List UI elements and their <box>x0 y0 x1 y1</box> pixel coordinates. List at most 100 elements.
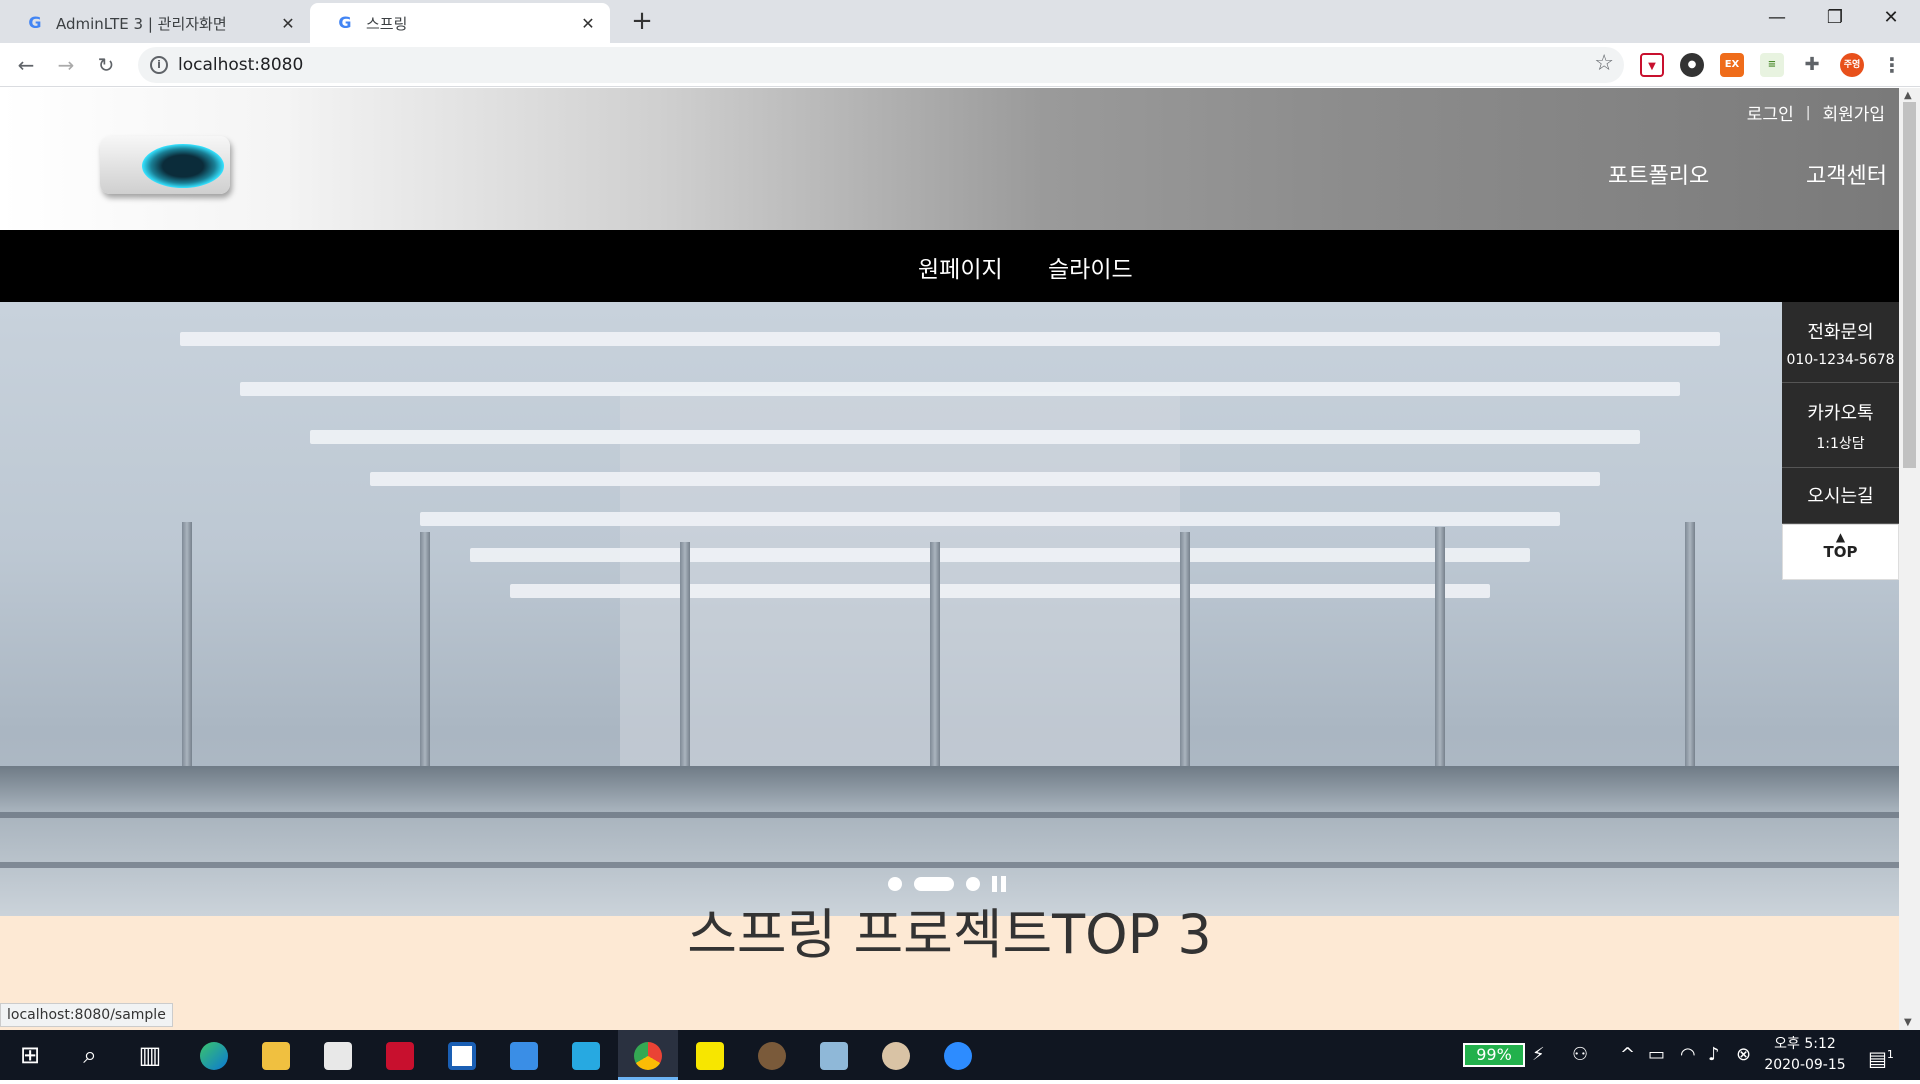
pen-app-icon[interactable] <box>804 1030 864 1080</box>
chevron-up-icon[interactable]: ^ <box>1620 1030 1635 1080</box>
browser-toolbar: ← → ↻ i localhost:8080 ☆ ▼ ● EX ≡ ✚ 주영 ⋮ <box>0 43 1920 87</box>
back-icon[interactable]: ← <box>10 49 42 81</box>
hero-slider <box>0 302 1899 916</box>
kakao-sub: 1:1상담 <box>1816 436 1865 452</box>
signup-link[interactable]: 회원가입 <box>1822 100 1885 125</box>
top-button[interactable]: ▲ TOP <box>1782 524 1899 580</box>
bookmark-star-icon[interactable]: ☆ <box>1594 51 1614 76</box>
slide-dot-3[interactable] <box>966 877 980 891</box>
people-icon[interactable]: ⚇ <box>1572 1030 1588 1080</box>
ceiling-stripe <box>470 548 1530 562</box>
close-tab-icon[interactable]: ✕ <box>578 14 598 33</box>
new-tab-button[interactable]: + <box>626 6 658 38</box>
tab-title: AdminLTE 3 | 관리자화면 <box>56 14 227 33</box>
notification-count: 1 <box>1886 1048 1894 1061</box>
paint-icon[interactable] <box>866 1030 926 1080</box>
quick-menu: 전화문의 010-1234-5678 카카오톡 1:1상담 오시는길 ▲ TOP <box>1782 302 1899 580</box>
nav-slide[interactable]: 슬라이드 <box>1048 250 1133 284</box>
tab-adminlte[interactable]: G AdminLTE 3 | 관리자화면 ✕ <box>0 3 310 43</box>
sheet-extension-icon[interactable]: ≡ <box>1760 53 1784 77</box>
windows-start-icon[interactable]: ⊞ <box>0 1030 60 1080</box>
quick-kakao[interactable]: 카카오톡 1:1상담 <box>1782 383 1899 468</box>
ceiling-stripe <box>420 512 1560 526</box>
browser-tab-strip: G AdminLTE 3 | 관리자화면 ✕ G 스프링 ✕ + — ❐ ✕ <box>0 0 1920 43</box>
clock-time: 오후 5:12 <box>1774 1036 1836 1052</box>
site-logo[interactable] <box>100 136 230 194</box>
clock-date: 2020-09-15 <box>1764 1057 1846 1073</box>
store-icon[interactable] <box>308 1030 368 1080</box>
task-view-icon[interactable]: ▥ <box>120 1030 180 1080</box>
close-tab-icon[interactable]: ✕ <box>278 14 298 33</box>
reload-icon[interactable]: ↻ <box>90 49 122 81</box>
quick-phone[interactable]: 전화문의 010-1234-5678 <box>1782 302 1899 383</box>
extensions-puzzle-icon[interactable]: ✚ <box>1800 53 1824 77</box>
zoom-icon[interactable] <box>928 1030 988 1080</box>
menu-kebab-icon[interactable]: ⋮ <box>1880 53 1904 77</box>
login-link[interactable]: 로그인 <box>1747 100 1794 125</box>
menu-customer-center[interactable]: 고객센터 <box>1806 158 1887 190</box>
sticky-notes-icon[interactable] <box>680 1030 740 1080</box>
page-scrollbar[interactable]: ▲ ▼ <box>1899 88 1920 1030</box>
ex-extension-icon[interactable]: EX <box>1720 53 1744 77</box>
slide-dot-2-active[interactable] <box>914 877 954 891</box>
phone-number: 010-1234-5678 <box>1786 352 1895 368</box>
ceiling-stripe <box>180 332 1720 346</box>
close-window-icon[interactable]: ✕ <box>1862 0 1920 38</box>
ime-icon[interactable]: ⊗ <box>1736 1030 1751 1080</box>
l-app-icon[interactable] <box>556 1030 616 1080</box>
floor-rail <box>0 812 1899 818</box>
volume-icon[interactable]: ♪ <box>1708 1030 1720 1080</box>
status-bar-url: localhost:8080/sample <box>0 1003 173 1027</box>
main-nav: 원페이지 슬라이드 <box>0 230 1899 302</box>
wifi-icon[interactable]: ◠ <box>1680 1030 1696 1080</box>
system-clock[interactable]: 오후 5:12 2020-09-15 <box>1760 1034 1850 1076</box>
logo-emblem-icon <box>142 144 224 188</box>
chrome-icon[interactable] <box>618 1030 678 1080</box>
floor-rail <box>0 862 1899 868</box>
top-label: TOP <box>1823 543 1858 561</box>
web-page: 로그인 | 회원가입 포트폴리오 고객센터 원페이지 슬라이드 전화문의 010… <box>0 88 1899 1030</box>
nav-onepage[interactable]: 원페이지 <box>918 250 1003 284</box>
pocket-extension-icon[interactable]: ▼ <box>1640 53 1664 77</box>
kakao-label: 카카오톡 <box>1807 403 1874 424</box>
file-explorer-icon[interactable] <box>246 1030 306 1080</box>
scroll-up-icon[interactable]: ▲ <box>1904 90 1912 101</box>
notification-icon[interactable]: ▤1 <box>1868 1030 1894 1080</box>
google-favicon-icon: G <box>338 13 352 32</box>
ceiling-stripe <box>510 584 1490 598</box>
forward-icon[interactable]: → <box>50 49 82 81</box>
account-links: 로그인 | 회원가입 <box>1747 100 1885 126</box>
maximize-icon[interactable]: ❐ <box>1806 0 1864 38</box>
menu-portfolio[interactable]: 포트폴리오 <box>1608 158 1709 190</box>
settings-gear-icon[interactable] <box>742 1030 802 1080</box>
site-info-icon[interactable]: i <box>150 56 168 74</box>
phone-label: 전화문의 <box>1807 322 1874 343</box>
windows-taskbar: ⊞ ⌕ ▥ 99% ⚡ ⚇ ^ ▭ ◠ ♪ ⊗ 오후 5:12 2020-09-… <box>0 1030 1920 1080</box>
address-bar[interactable]: i localhost:8080 ☆ <box>138 47 1624 83</box>
scroll-down-icon[interactable]: ▼ <box>1904 1017 1912 1028</box>
mcafee-icon[interactable] <box>370 1030 430 1080</box>
ceiling-stripe <box>370 472 1600 486</box>
power-plug-icon[interactable]: ⚡ <box>1532 1030 1545 1080</box>
site-header: 로그인 | 회원가입 포트폴리오 고객센터 <box>0 88 1899 230</box>
profile-extension-icon[interactable]: ● <box>1680 53 1704 77</box>
app-icon[interactable] <box>432 1030 492 1080</box>
up-arrow-icon: ▲ <box>1835 530 1846 544</box>
google-favicon-icon: G <box>28 13 42 32</box>
search-icon[interactable]: ⌕ <box>60 1030 120 1080</box>
section-title: 스프링 프로젝트TOP 3 <box>687 903 1212 966</box>
battery-tray-icon[interactable]: ▭ <box>1648 1030 1665 1080</box>
minimize-icon[interactable]: — <box>1748 0 1806 38</box>
quick-directions[interactable]: 오시는길 <box>1782 468 1899 524</box>
user-avatar-icon[interactable]: 주영 <box>1840 53 1864 77</box>
link-separator: | <box>1805 104 1811 121</box>
edge-icon[interactable] <box>184 1030 244 1080</box>
mail-icon[interactable] <box>494 1030 554 1080</box>
tab-spring[interactable]: G 스프링 ✕ <box>310 3 610 43</box>
url-text: localhost:8080 <box>178 55 304 75</box>
ceiling-stripe <box>240 382 1680 396</box>
battery-indicator[interactable]: 99% <box>1463 1043 1525 1067</box>
slide-dot-1[interactable] <box>888 877 902 891</box>
scroll-thumb[interactable] <box>1903 102 1916 468</box>
ceiling-stripe <box>310 430 1640 444</box>
